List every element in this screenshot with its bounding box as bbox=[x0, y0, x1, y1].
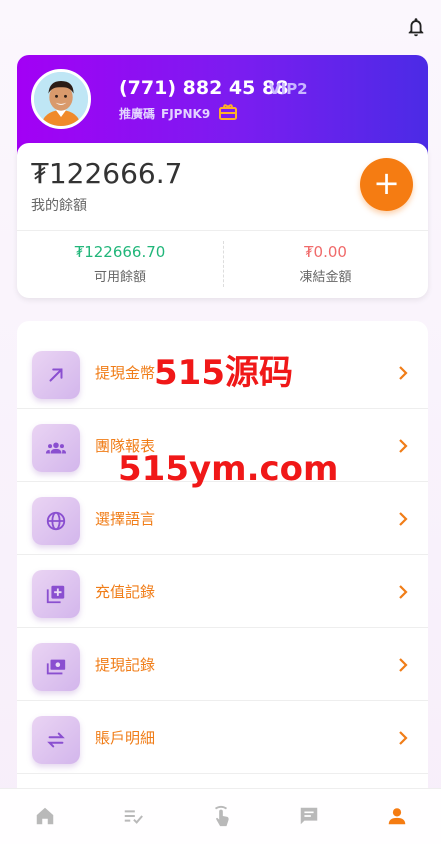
nav-home[interactable] bbox=[0, 789, 88, 844]
available-amount: ₮122666.70 bbox=[74, 243, 166, 261]
plus-icon: + bbox=[373, 164, 400, 202]
home-icon bbox=[36, 807, 54, 825]
menu-label: 賬戶明細 bbox=[95, 729, 156, 747]
watermark-text: 515源码 bbox=[154, 353, 293, 393]
menu-icon-box bbox=[32, 497, 80, 545]
recharge-button[interactable]: + bbox=[360, 158, 413, 211]
menu-item-withdraw-records[interactable]: 提現記錄 bbox=[17, 628, 428, 701]
chevron-right-icon bbox=[399, 731, 408, 745]
chevron-right-icon bbox=[399, 512, 408, 526]
frozen-amount: ₮0.00 bbox=[304, 243, 347, 261]
available-label: 可用餘額 bbox=[93, 270, 146, 285]
menu-label: 提現記錄 bbox=[95, 656, 156, 674]
gift-icon[interactable] bbox=[218, 102, 238, 120]
message-icon bbox=[300, 807, 318, 825]
menu-item-account-details[interactable]: 賬戶明細 bbox=[17, 701, 428, 774]
watermark-text: 515ym.com bbox=[118, 449, 339, 489]
nav-profile[interactable] bbox=[352, 789, 440, 844]
list-check-icon bbox=[124, 810, 143, 824]
menu-icon-box bbox=[32, 570, 80, 618]
avatar[interactable] bbox=[31, 69, 91, 129]
person-icon bbox=[388, 808, 406, 825]
menu-label: 選擇語言 bbox=[95, 510, 156, 528]
balance-amount: ₮122666.7 bbox=[31, 157, 183, 190]
chevron-right-icon bbox=[399, 658, 408, 672]
top-bar bbox=[0, 0, 441, 52]
globe-icon bbox=[46, 511, 66, 531]
chevron-right-icon bbox=[399, 585, 408, 599]
avatar-illustration bbox=[34, 72, 88, 126]
nav-tap[interactable] bbox=[176, 789, 264, 844]
menu-item-recharge-records[interactable]: 充值記錄 bbox=[17, 555, 428, 628]
menu-icon-box bbox=[32, 424, 80, 472]
frozen-label: 凍結金額 bbox=[299, 270, 352, 285]
nav-messages[interactable] bbox=[264, 789, 352, 844]
nav-tasks[interactable] bbox=[88, 789, 176, 844]
menu-icon-box bbox=[32, 351, 80, 399]
menu-icon-box bbox=[32, 716, 80, 764]
referral-label: 推廣碼 bbox=[119, 107, 156, 121]
tap-icon bbox=[214, 805, 229, 827]
add-box-icon bbox=[46, 585, 65, 604]
cash-icon bbox=[46, 659, 66, 675]
bottom-nav bbox=[0, 788, 441, 844]
menu-item-language[interactable]: 選擇語言 bbox=[17, 482, 428, 555]
vip-badge: VIP2 bbox=[269, 80, 308, 98]
divider bbox=[17, 230, 428, 231]
menu-icon-box bbox=[32, 643, 80, 691]
referral-row: 推廣碼 FJPNK9 bbox=[119, 105, 216, 122]
menu-label: 充值記錄 bbox=[95, 583, 156, 601]
chevron-right-icon bbox=[399, 366, 408, 380]
phone-number: (771) 882 45 88 bbox=[119, 77, 289, 99]
group-icon bbox=[45, 442, 67, 454]
referral-code: FJPNK9 bbox=[161, 107, 211, 121]
chevron-right-icon bbox=[399, 439, 408, 453]
menu-label: 提現金幣 bbox=[95, 364, 156, 382]
swap-icon bbox=[47, 732, 65, 748]
arrow-up-right-icon bbox=[49, 368, 63, 382]
bell-icon[interactable] bbox=[405, 16, 427, 38]
balance-card: ₮122666.7 我的餘額 + ₮122666.70 可用餘額 ₮0.00 凍… bbox=[17, 143, 428, 298]
balance-label: 我的餘額 bbox=[31, 198, 87, 214]
